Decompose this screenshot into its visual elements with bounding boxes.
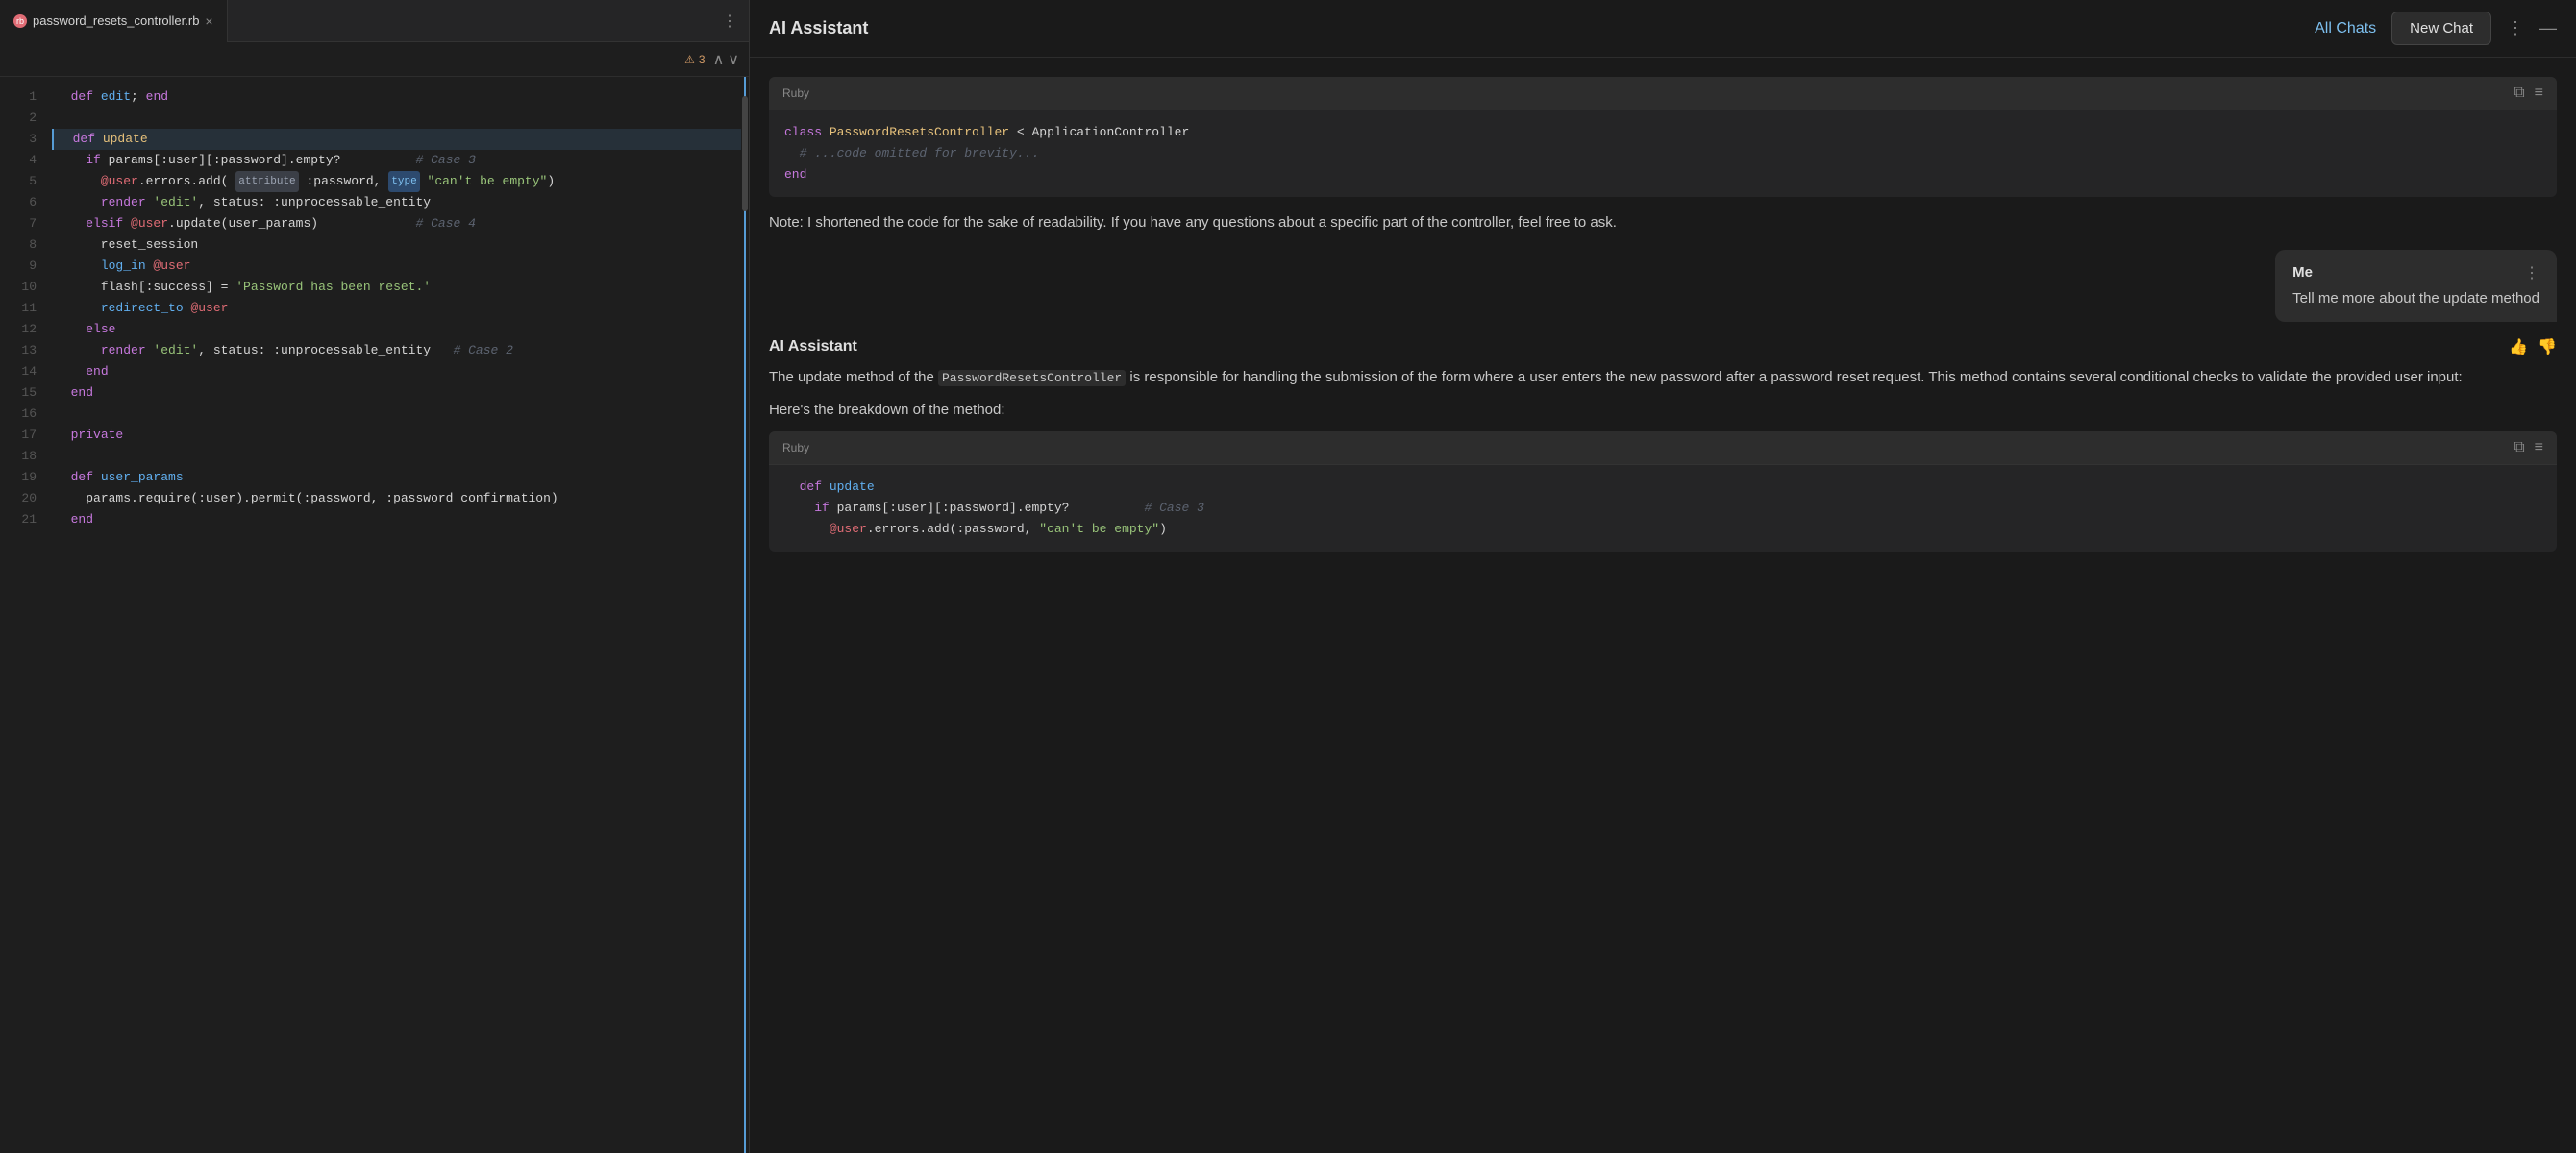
- code-block-2-line: def update: [784, 477, 2541, 498]
- thumbs-up-icon[interactable]: 👍: [2509, 337, 2528, 356]
- warning-count: 3: [699, 53, 706, 66]
- ai-note-text: Note: I shortened the code for the sake …: [769, 212, 2557, 234]
- code-block-2-actions[interactable]: ⧉ ≡: [2514, 439, 2543, 456]
- code-editor-content: 123456789101112131415161718192021 def ed…: [0, 77, 749, 1153]
- new-chat-button[interactable]: New Chat: [2391, 12, 2491, 45]
- copy-icon[interactable]: ⧉: [2514, 85, 2524, 102]
- ai-assistant-panel: AI Assistant All Chats New Chat ⋮ — Ruby…: [750, 0, 2576, 1153]
- navigation-arrows[interactable]: ∧ ∨: [713, 50, 739, 69]
- ai-response-1-text: The update method of the PasswordResetsC…: [769, 366, 2557, 389]
- ai-chat-area[interactable]: Ruby ⧉ ≡ class PasswordResetsController …: [750, 58, 2576, 1153]
- code-line-16: [52, 404, 741, 425]
- thumbs-down-icon[interactable]: 👎: [2538, 337, 2557, 356]
- code-line-12: else: [52, 319, 741, 340]
- code-line-19: def user_params: [52, 467, 741, 488]
- arrow-up-icon[interactable]: ∧: [713, 50, 725, 69]
- code-block-2-lang: Ruby: [782, 441, 809, 454]
- code-block-1-line: # ...code omitted for brevity...: [784, 143, 2541, 164]
- code-block-1-lang: Ruby: [782, 86, 809, 100]
- code-line-9: log_in @user: [52, 256, 741, 277]
- code-line-7: elsif @user.update(user_params) # Case 4: [52, 213, 741, 234]
- ai-response-breakdown-label: Here's the breakdown of the method:: [769, 399, 2557, 422]
- tab-filename: password_resets_controller.rb: [33, 13, 199, 28]
- code-line-8: reset_session: [52, 234, 741, 256]
- editor-scrollbar[interactable]: [741, 77, 749, 1153]
- copy-icon-2[interactable]: ⧉: [2514, 439, 2524, 456]
- code-line-10: flash[:success] = 'Password has been res…: [52, 277, 741, 298]
- all-chats-link[interactable]: All Chats: [2315, 20, 2376, 37]
- code-line-1: def edit; end: [52, 86, 741, 108]
- ai-response-1-actions[interactable]: 👍 👎: [2509, 337, 2557, 356]
- ai-response-1-header: AI Assistant 👍 👎: [769, 337, 2557, 356]
- code-line-11: redirect_to @user: [52, 298, 741, 319]
- inline-code-1: PasswordResetsController: [938, 370, 1126, 386]
- code-block-1-actions[interactable]: ⧉ ≡: [2514, 85, 2543, 102]
- arrow-down-icon[interactable]: ∨: [728, 50, 739, 69]
- editor-panel: rb password_resets_controller.rb × ⋮ ⚠ 3…: [0, 0, 750, 1153]
- code-line-2: [52, 108, 741, 129]
- code-line-5: @user.errors.add( attribute :password, t…: [52, 171, 741, 192]
- tab-close-button[interactable]: ×: [205, 13, 212, 29]
- ai-header-menu-button[interactable]: ⋮: [2507, 18, 2524, 38]
- code-line-14: end: [52, 361, 741, 382]
- warning-icon: ⚠: [684, 53, 695, 66]
- code-line-17: private: [52, 425, 741, 446]
- code-block-1-body: class PasswordResetsController < Applica…: [769, 110, 2557, 197]
- file-icon: rb: [13, 14, 27, 28]
- ai-minimize-button[interactable]: —: [2539, 18, 2557, 38]
- code-block-2-line: if params[:user][:password].empty? # Cas…: [784, 498, 2541, 519]
- code-block-1-header: Ruby ⧉ ≡: [769, 77, 2557, 110]
- editor-tabs: rb password_resets_controller.rb × ⋮: [0, 0, 749, 42]
- user-message: Me ⋮ Tell me more about the update metho…: [2275, 250, 2557, 322]
- code-area[interactable]: def edit; end def update if params[:user…: [48, 77, 741, 1153]
- code-line-15: end: [52, 382, 741, 404]
- editor-menu-button[interactable]: ⋮: [710, 12, 749, 31]
- ai-header: AI Assistant All Chats New Chat ⋮ —: [750, 0, 2576, 58]
- ai-response-1-title: AI Assistant: [769, 338, 857, 356]
- warning-indicator: ⚠ 3: [684, 53, 705, 66]
- code-line-13: render 'edit', status: :unprocessable_en…: [52, 340, 741, 361]
- editor-toolbar: ⚠ 3 ∧ ∨: [0, 42, 749, 77]
- user-message-text: Tell me more about the update method: [2292, 288, 2539, 308]
- user-label: Me: [2292, 264, 2313, 281]
- code-line-21: end: [52, 509, 741, 530]
- code-block-1-line: end: [784, 164, 2541, 185]
- code-line-18: [52, 446, 741, 467]
- code-block-2-header: Ruby ⧉ ≡: [769, 431, 2557, 465]
- code-line-6: render 'edit', status: :unprocessable_en…: [52, 192, 741, 213]
- code-block-2-line: @user.errors.add(:password, "can't be em…: [784, 519, 2541, 540]
- code-block-2-body: def update if params[:user][:password].e…: [769, 465, 2557, 552]
- ai-code-block-2: Ruby ⧉ ≡ def update if params[:user][:pa…: [769, 431, 2557, 552]
- list-icon-2[interactable]: ≡: [2535, 439, 2543, 456]
- line-numbers: 123456789101112131415161718192021: [0, 77, 48, 1153]
- code-line-3: def update: [52, 129, 741, 150]
- scrollbar-line: [744, 77, 746, 1153]
- ai-response-1: AI Assistant 👍 👎 The update method of th…: [769, 337, 2557, 552]
- editor-tab-file[interactable]: rb password_resets_controller.rb ×: [0, 0, 228, 42]
- user-message-header: Me ⋮: [2292, 263, 2539, 282]
- scrollbar-thumb[interactable]: [742, 96, 748, 211]
- code-line-20: params.require(:user).permit(:password, …: [52, 488, 741, 509]
- code-line-4: if params[:user][:password].empty? # Cas…: [52, 150, 741, 171]
- ai-panel-title: AI Assistant: [769, 18, 2299, 38]
- ai-code-block-1: Ruby ⧉ ≡ class PasswordResetsController …: [769, 77, 2557, 197]
- code-block-1-line: class PasswordResetsController < Applica…: [784, 122, 2541, 143]
- user-message-menu[interactable]: ⋮: [2524, 263, 2539, 282]
- list-icon[interactable]: ≡: [2535, 85, 2543, 102]
